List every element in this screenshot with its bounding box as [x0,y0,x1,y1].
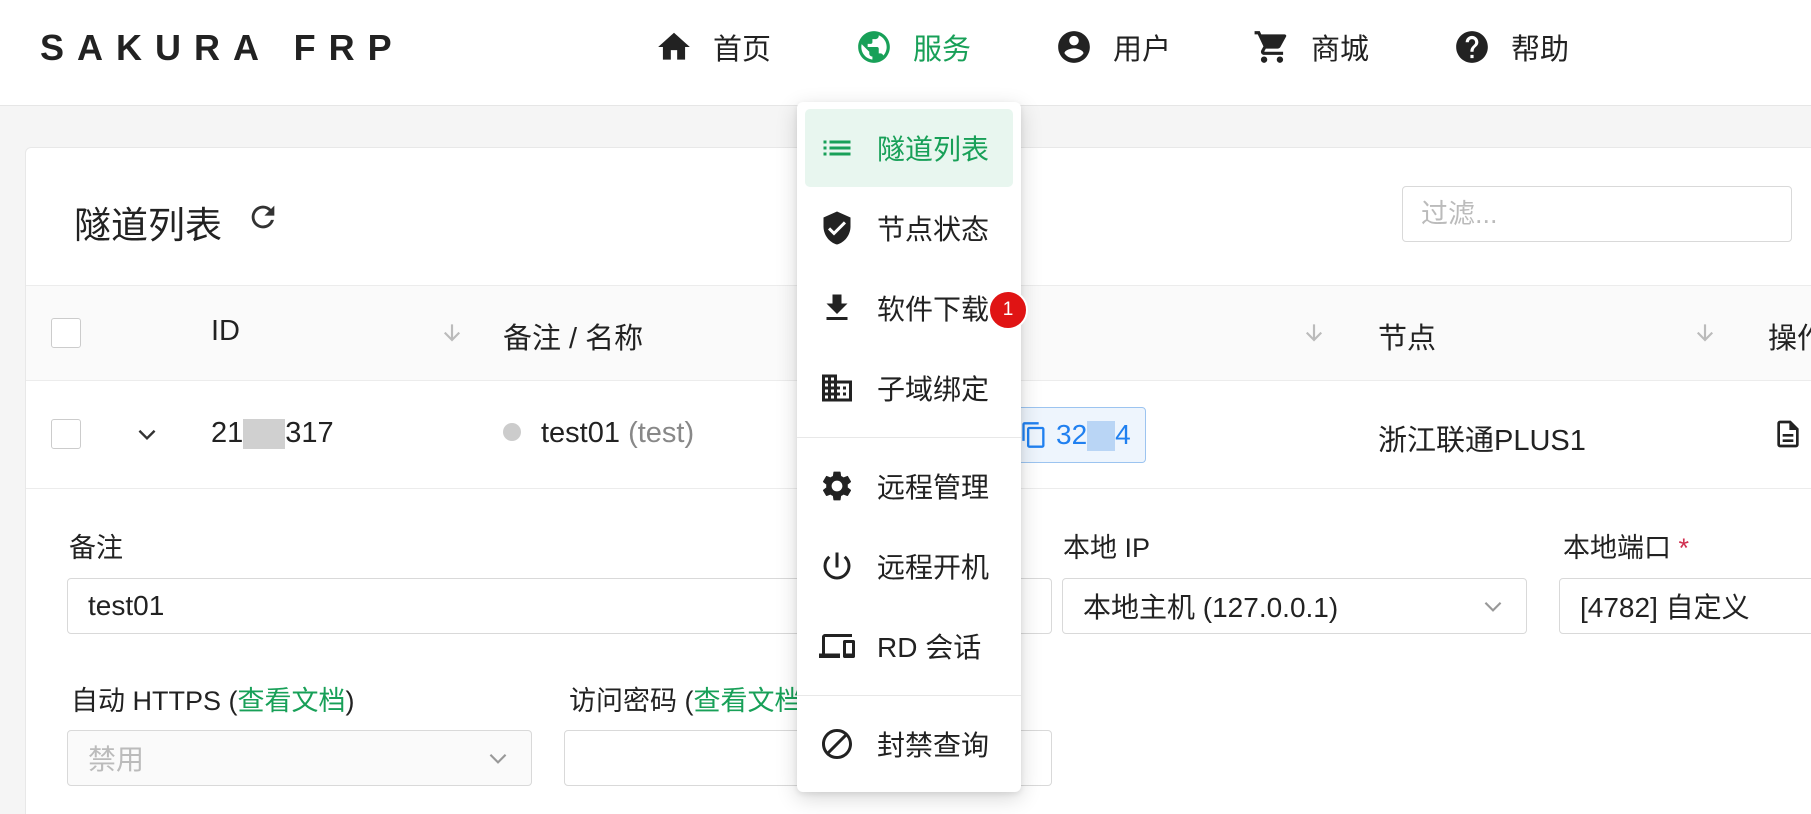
remark-value: test01 [88,590,165,621]
home-icon [658,32,690,60]
shield-check-icon [823,211,851,245]
column-header-id[interactable]: ID [211,315,240,348]
list-icon [823,140,851,156]
auto-https-label-text: 自动 HTTPS ( [71,686,238,716]
filter-input[interactable] [1402,186,1792,242]
page-title: 隧道列表 [74,205,222,246]
refresh-icon [251,205,275,229]
menu-item-tunnel-list[interactable]: 隧道列表 [805,109,1013,187]
sort-port-icon[interactable] [1301,320,1327,346]
local-ip-label: 本地 IP [1063,533,1151,563]
select-all-checkbox[interactable] [51,318,81,348]
menu-item-label: 节点状态 [877,214,990,245]
tunnel-name-text: test01 [541,417,620,449]
menu-item-label: 隧道列表 [877,134,990,165]
devices-icon [819,634,855,658]
nav-service[interactable]: 服务 [855,24,971,70]
block-icon [822,729,852,759]
local-ip-select[interactable]: 本地主机 (127.0.0.1) [1062,578,1527,634]
menu-divider [797,437,1021,438]
menu-item-remote-management[interactable]: 远程管理 [805,447,1013,525]
menu-item-software-download[interactable]: 软件下载 [805,269,1013,347]
menu-item-label: 远程开机 [877,552,990,583]
copy-icon [1022,422,1045,448]
chevron-down-icon [485,745,511,771]
tunnel-node: 浙江联通PLUS1 [1378,425,1586,457]
menu-item-label: 子域绑定 [877,374,990,405]
required-marker: * [1678,533,1690,563]
auto-https-label-close: ) [345,686,355,716]
chevron-down-icon [1480,593,1506,619]
nav-help[interactable]: 帮助 [1453,24,1569,70]
chevron-down-icon [138,429,156,441]
sort-node-icon[interactable] [1692,320,1718,346]
tunnel-id: 21 317 [211,417,334,450]
auto-https-docs-link[interactable]: 查看文档 [238,686,346,716]
access-password-label: 访问密码 (查看文档) [569,679,811,718]
expand-row-button[interactable] [134,421,160,447]
menu-item-ban-query[interactable]: 封禁查询 [805,705,1013,783]
remote-port-suffix: 4 [1115,418,1131,450]
menu-item-label: 远程管理 [877,472,990,503]
gear-icon [822,471,852,501]
menu-item-remote-power-on[interactable]: 远程开机 [805,527,1013,605]
tunnel-alias: (test) [628,417,695,449]
local-port-label-text: 本地端口 [1563,533,1671,563]
status-dot [503,423,521,442]
download-notification-badge: 1 [988,290,1028,330]
nav-user-label: 用户 [1113,34,1172,66]
local-ip-value: 本地主机 (127.0.0.1) [1083,592,1339,623]
remark-label: 备注 [69,533,123,563]
power-icon [823,552,851,580]
refresh-button[interactable] [246,200,280,234]
column-header-node[interactable]: 节点 [1378,315,1436,357]
remote-port-prefix: 32 [1056,418,1088,450]
service-dropdown-menu: 隧道列表 节点状态 软件下载 子域绑定 远程管理 远程开机 RD 会话 封禁查询 [797,102,1021,792]
download-icon [826,294,848,320]
tunnel-id-prefix: 21 [211,417,244,449]
tunnel-config-button[interactable] [1772,417,1804,451]
menu-divider [797,695,1021,696]
local-port-value: [4782] 自定义 [1580,592,1750,623]
tunnel-name: test01 (test) [503,417,694,450]
local-port-label: 本地端口 * [1563,526,1689,565]
help-icon [1456,31,1488,63]
menu-item-label: 封禁查询 [877,730,990,761]
menu-item-subdomain-binding[interactable]: 子域绑定 [805,349,1013,427]
cart-icon [1254,31,1287,63]
nav-user[interactable]: 用户 [1055,24,1171,70]
sort-id-icon[interactable] [439,320,465,346]
domain-icon [822,374,852,402]
redacted-block [243,419,286,450]
menu-item-rd-session[interactable]: RD 会话 [805,607,1013,685]
column-header-actions: 操作 [1768,323,1811,355]
brand-logo[interactable]: SAKURA FRP [40,27,405,69]
document-icon [1777,420,1799,448]
auto-https-select[interactable]: 禁用 [67,730,532,786]
nav-shop-label: 商城 [1311,34,1370,66]
nav-home[interactable]: 首页 [655,24,771,70]
top-nav-bar: SAKURA FRP 首页 服务 用户 商城 帮助 [0,0,1811,106]
remote-port-tag[interactable]: 32 4 [1011,407,1146,463]
menu-item-label: 软件下载 [877,294,990,325]
nav-help-label: 帮助 [1511,34,1570,66]
nav-home-label: 首页 [713,34,772,66]
nav-service-label: 服务 [913,34,972,66]
tunnel-id-suffix: 317 [285,417,334,449]
column-header-name[interactable]: 备注 / 名称 [503,315,643,357]
menu-item-label: RD 会话 [877,632,982,663]
local-port-select[interactable]: [4782] 自定义 [1559,578,1811,634]
row-checkbox[interactable] [51,419,81,449]
redacted-block [1087,421,1116,452]
globe-icon [858,31,890,63]
nav-shop[interactable]: 商城 [1253,24,1369,70]
auto-https-label: 自动 HTTPS (查看文档) [71,679,355,718]
access-password-docs-link[interactable]: 查看文档 [694,686,802,716]
menu-item-node-status[interactable]: 节点状态 [805,189,1013,267]
account-icon [1058,31,1090,63]
access-password-label-text: 访问密码 ( [569,686,694,716]
auto-https-value: 禁用 [88,744,145,775]
